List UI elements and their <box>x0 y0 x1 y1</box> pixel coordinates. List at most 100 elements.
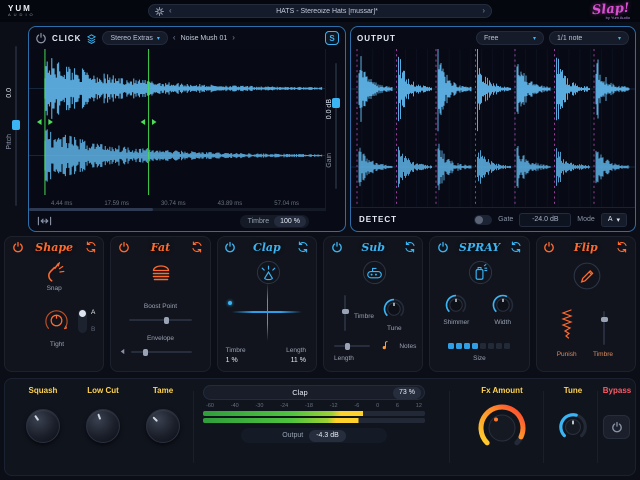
clap-reset-button[interactable] <box>297 241 310 254</box>
squash-knob[interactable] <box>26 409 60 443</box>
preset-browser[interactable]: ‹ HATS - Stereoize Hats [mussar]* › <box>148 4 492 18</box>
module-select-pill[interactable]: Clap 73 % <box>203 385 425 400</box>
bypass-button[interactable] <box>603 415 630 439</box>
click-power-button[interactable] <box>35 32 47 44</box>
clap-led <box>228 301 232 305</box>
flip-timbre-handle[interactable] <box>601 317 608 322</box>
output-waveform-display[interactable] <box>351 49 635 207</box>
timbre-pill[interactable]: Timbre 100 % <box>240 215 309 228</box>
selected-module-value[interactable]: 73 % <box>393 387 421 399</box>
clap-power-button[interactable] <box>224 241 237 254</box>
note-dropdown[interactable]: 1/1 note ▾ <box>549 31 629 45</box>
ab-toggle[interactable]: A B <box>78 309 95 333</box>
sub-timbre-slider[interactable] <box>344 295 346 331</box>
sample-prev-icon[interactable]: ‹ <box>173 34 176 42</box>
sub-power-button[interactable] <box>330 241 343 254</box>
envelope-slider[interactable] <box>131 351 191 353</box>
sub-notes-label: Notes <box>399 343 416 350</box>
time-label: 30.74 ms <box>161 201 186 207</box>
timbre-label: Timbre <box>248 218 270 225</box>
lowcut-knob[interactable] <box>86 409 120 443</box>
envelope-arrow-icon[interactable] <box>119 348 126 355</box>
gain-slider[interactable]: 0.0 dB Gain <box>325 49 345 211</box>
layers-icon[interactable] <box>86 33 97 44</box>
sub-length-handle[interactable] <box>345 343 350 350</box>
flip-timbre-slider[interactable] <box>603 311 605 345</box>
sync-dropdown[interactable]: Free ▾ <box>476 31 544 45</box>
fat-module: Fat Boost Point Envelope <box>110 236 210 372</box>
clap-timbre-value[interactable]: 1 % <box>226 357 238 364</box>
chevron-down-icon: ▾ <box>618 35 621 42</box>
shimmer-knob[interactable] <box>444 293 468 317</box>
sample-next-icon[interactable]: › <box>232 34 235 42</box>
boost-point-handle[interactable] <box>164 317 169 324</box>
top-bar: YUM AUDIO ‹ HATS - Stereoize Hats [mussa… <box>0 0 640 22</box>
width-knob[interactable] <box>491 293 515 317</box>
spray-power-button[interactable] <box>436 241 449 254</box>
preset-next-icon[interactable]: › <box>482 7 485 15</box>
output-title: OUTPUT <box>357 34 396 43</box>
meter-tick: 6 <box>396 403 399 409</box>
spray-can-icon[interactable] <box>467 259 494 286</box>
timbre-value[interactable]: 100 % <box>274 216 306 227</box>
scrollbar-thumb[interactable] <box>29 208 153 211</box>
gate-input[interactable]: -24.0 dB <box>519 213 571 227</box>
clap-length-label: Length <box>286 347 306 354</box>
click-waveform-display[interactable] <box>29 49 325 195</box>
note-icon[interactable] <box>380 341 388 350</box>
sub-tune-knob[interactable] <box>382 297 406 321</box>
detect-toggle[interactable] <box>474 215 492 225</box>
gain-handle[interactable] <box>332 98 340 108</box>
mode-dropdown[interactable]: A ▾ <box>601 213 627 227</box>
clap-title: Clap <box>253 241 281 254</box>
envelope-handle[interactable] <box>143 349 148 356</box>
pitch-handle[interactable] <box>12 120 20 130</box>
gain-track[interactable] <box>335 63 337 189</box>
fx-amount-knob[interactable] <box>475 401 529 455</box>
spray-reset-button[interactable] <box>510 241 523 254</box>
sub-timbre-handle[interactable] <box>342 309 349 314</box>
snap-icon[interactable] <box>44 261 66 283</box>
tune-knob[interactable] <box>557 411 589 443</box>
output-gain-pill[interactable]: Output -4.3 dB <box>241 428 387 443</box>
preset-prev-icon[interactable]: ‹ <box>169 7 172 15</box>
solo-button[interactable]: S <box>325 31 339 45</box>
settings-icon[interactable] <box>155 7 164 16</box>
size-slider[interactable] <box>448 343 510 349</box>
time-label: 4.44 ms <box>51 201 72 207</box>
burger-icon[interactable] <box>150 263 172 283</box>
output-section: OUTPUT Free ▾ 1/1 note ▾ DETECT Gate <box>350 26 636 232</box>
shape-module: Shape Snap Tight A B <box>4 236 104 372</box>
ab-toggle-track[interactable] <box>78 309 87 333</box>
zoom-fit-icon[interactable] <box>37 216 52 226</box>
shape-reset-button[interactable] <box>84 241 97 254</box>
spring-icon[interactable] <box>561 309 573 345</box>
fat-power-button[interactable] <box>117 241 130 254</box>
fat-reset-button[interactable] <box>191 241 204 254</box>
output-gain-value[interactable]: -4.3 dB <box>309 430 346 442</box>
logo-text-bottom: AUDIO <box>8 13 36 17</box>
xy-pad-horizontal-axis[interactable] <box>232 311 302 313</box>
preset-name[interactable]: HATS - Stereoize Hats [mussar]* <box>177 8 478 15</box>
click-waveform[interactable]: 4.44 ms17.59 ms30.74 ms43.89 ms57.04 ms <box>29 49 325 211</box>
shape-power-button[interactable] <box>11 241 24 254</box>
tight-knob[interactable] <box>43 307 70 334</box>
sample-dropdown[interactable]: Noise Mush 01 <box>181 35 228 42</box>
pencil-icon[interactable] <box>572 261 602 291</box>
ab-toggle-knob[interactable] <box>79 310 86 317</box>
sub-reset-button[interactable] <box>403 241 416 254</box>
pitch-slider[interactable]: 0.0 Pitch <box>4 26 28 232</box>
waveform-scrollbar[interactable] <box>29 208 325 211</box>
clap-icon[interactable] <box>255 259 282 286</box>
pitch-track[interactable] <box>15 46 17 206</box>
submarine-icon[interactable] <box>361 259 388 286</box>
sub-length-slider[interactable] <box>334 345 370 347</box>
bank-dropdown[interactable]: Stereo Extras ▾ <box>102 31 167 45</box>
clap-length-value[interactable]: 11 % <box>291 357 306 364</box>
flip-reset-button[interactable] <box>616 241 629 254</box>
boost-point-slider[interactable] <box>129 319 191 321</box>
fx-amount-label: Fx Amount <box>457 386 547 395</box>
flip-power-button[interactable] <box>543 241 556 254</box>
tame-knob[interactable] <box>146 409 180 443</box>
output-waveform[interactable] <box>351 49 635 207</box>
